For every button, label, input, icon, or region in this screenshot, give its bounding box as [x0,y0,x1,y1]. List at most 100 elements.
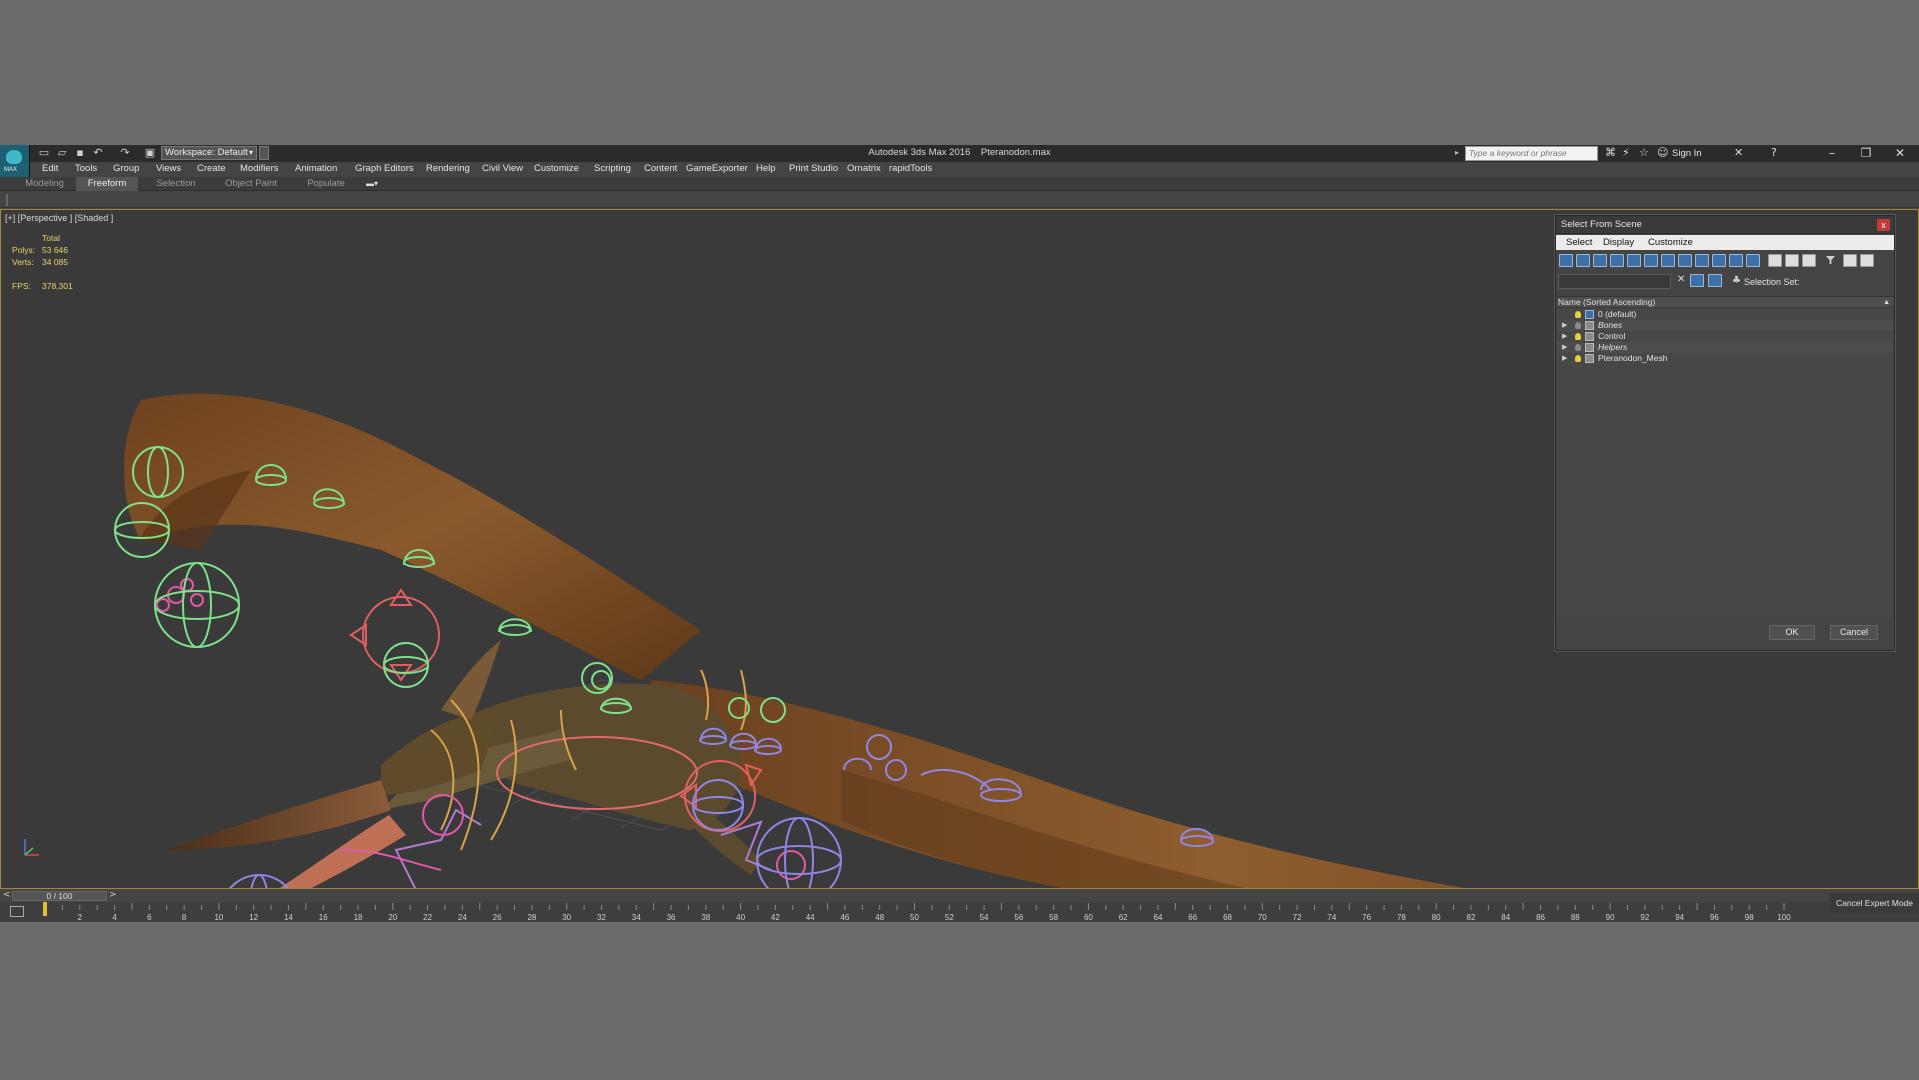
sign-in-button[interactable]: Sign In [1672,148,1702,159]
dialog-menu-customize[interactable]: Customize [1648,237,1693,248]
menu-customize[interactable]: Customize [534,163,579,174]
find-field[interactable] [1558,274,1671,289]
display-groups-icon[interactable] [1661,254,1675,267]
find-case-icon[interactable] [1690,274,1704,287]
display-helpers-icon[interactable] [1627,254,1641,267]
layer-hidden-icon[interactable] [1575,344,1581,351]
list-item[interactable]: ▶ Pteranodon_Mesh [1557,353,1893,364]
menu-content[interactable]: Content [644,163,677,174]
binoculars-icon[interactable]: ⌘ [1605,147,1616,159]
menu-graph-editors[interactable]: Graph Editors [355,163,414,174]
name-column-header[interactable]: Name (Sorted Ascending) ▲ [1557,297,1893,308]
dialog-title-bar[interactable]: Select From Scene x [1556,216,1894,234]
project-folder-icon[interactable]: ▣ [144,147,156,159]
next-frame-icon[interactable]: > [109,890,117,900]
menu-rendering[interactable]: Rendering [426,163,470,174]
layer-hidden-icon[interactable] [1575,322,1581,329]
list-item[interactable]: ▶ Control [1557,331,1893,342]
tab-modeling[interactable]: Modeling [13,177,76,191]
layer-visible-icon[interactable] [1575,355,1581,362]
time-slider-thumb[interactable]: 0 / 100 [12,891,107,901]
menu-group[interactable]: Group [113,163,139,174]
search-input[interactable]: Type a keyword or phrase [1465,146,1598,161]
layer-visible-icon[interactable] [1575,333,1581,340]
display-hidden-icon[interactable] [1746,254,1760,267]
minimize-button[interactable]: – [1815,145,1849,162]
display-shapes-icon[interactable] [1576,254,1590,267]
search-expand-icon[interactable]: ▸ [1455,148,1459,157]
exchange-apps-icon[interactable]: ✕ [1734,147,1743,159]
app-logo-button[interactable]: MAX [0,145,30,177]
menu-animation[interactable]: Animation [295,163,337,174]
display-spacewarps-icon[interactable] [1644,254,1658,267]
save-icon[interactable]: ▪ [74,147,86,159]
track-bar[interactable]: 2 4 6 8 10 12 14 16 18 20 22 24 26 28 30 32 34 36 38 40 42 44… [0,893,1919,922]
display-lights-icon[interactable] [1593,254,1607,267]
layer-mode-icon[interactable] [1708,274,1722,287]
workspace-menu-button[interactable] [259,146,269,160]
cancel-expert-mode-button[interactable]: Cancel Expert Mode [1830,893,1919,913]
display-geometry-icon[interactable] [1559,254,1573,267]
menu-help[interactable]: Help [756,163,776,174]
workspace-dropdown[interactable]: Workspace: Default ▾ [161,146,257,160]
timeline-tick-label: 82 [1467,913,1476,922]
redo-icon[interactable]: ↷ [119,147,131,159]
previous-frame-icon[interactable]: < [3,890,11,900]
undo-icon[interactable]: ↶ [92,147,104,159]
dialog-close-button[interactable]: x [1877,219,1890,231]
menu-create[interactable]: Create [197,163,226,174]
sort-options-icon[interactable] [1843,254,1857,267]
display-none-icon[interactable] [1785,254,1799,267]
menu-modifiers[interactable]: Modifiers [240,163,279,174]
display-containers-icon[interactable] [1712,254,1726,267]
menu-print-studio[interactable]: Print Studio [789,163,838,174]
tab-object-paint[interactable]: Object Paint [215,177,287,191]
dialog-menu-select[interactable]: Select [1566,237,1592,248]
favorites-star-icon[interactable]: ☆ [1639,147,1649,159]
timeline-tick-label: 74 [1327,913,1336,922]
menu-civil-view[interactable]: Civil View [482,163,523,174]
restore-button[interactable]: ❐ [1849,145,1883,162]
layer-visible-icon[interactable] [1575,311,1581,318]
menu-gameexporter[interactable]: GameExporter [686,163,748,174]
open-file-icon[interactable]: ▱ [56,147,68,159]
menu-rapidtools[interactable]: rapidTools [889,163,932,174]
viewport-label[interactable]: [+] [Perspective ] [Shaded ] [5,213,113,223]
new-file-icon[interactable]: ▭ [38,147,50,159]
tab-selection[interactable]: Selection [145,177,207,191]
menu-tools[interactable]: Tools [75,163,97,174]
menu-ornatrix[interactable]: Ornatrix [847,163,881,174]
list-item[interactable]: ▶ Bones [1557,320,1893,331]
expand-arrow-icon[interactable]: ▶ [1562,331,1567,342]
expand-arrow-icon[interactable]: ▶ [1562,342,1567,353]
dialog-menu-display[interactable]: Display [1603,237,1634,248]
close-button[interactable]: ✕ [1883,145,1917,162]
display-all-icon[interactable] [1768,254,1782,267]
cancel-button[interactable]: Cancel [1830,625,1878,640]
ok-button[interactable]: OK [1769,625,1815,640]
tab-freeform[interactable]: Freeform [76,177,138,191]
help-icon[interactable]: ? [1771,147,1777,159]
list-item[interactable]: ▶ Helpers [1557,342,1893,353]
ribbon-options-icon[interactable]: ▬▾ [366,179,386,189]
display-invert-icon[interactable] [1802,254,1816,267]
columns-icon[interactable] [1860,254,1874,267]
display-frozen-icon[interactable] [1729,254,1743,267]
tab-populate[interactable]: Populate [295,177,357,191]
ribbon-grip[interactable] [6,194,8,206]
menu-scripting[interactable]: Scripting [594,163,631,174]
scene-explorer-list[interactable]: Name (Sorted Ascending) ▲ 0 (default) ▶ … [1557,296,1893,618]
expand-arrow-icon[interactable]: ▶ [1562,353,1567,364]
display-bones-icon[interactable] [1695,254,1709,267]
expand-arrow-icon[interactable]: ▶ [1562,320,1567,331]
current-frame-marker[interactable] [43,902,47,916]
menu-edit[interactable]: Edit [42,163,58,174]
display-xrefs-icon[interactable] [1678,254,1692,267]
clear-find-icon[interactable]: ✕ [1677,274,1685,285]
list-item[interactable]: 0 (default) [1557,309,1893,320]
display-cameras-icon[interactable] [1610,254,1624,267]
app-logo-icon [6,150,22,164]
filter-icon[interactable] [1824,254,1838,267]
subscription-icon[interactable]: ⚡ [1622,147,1630,159]
menu-views[interactable]: Views [156,163,181,174]
